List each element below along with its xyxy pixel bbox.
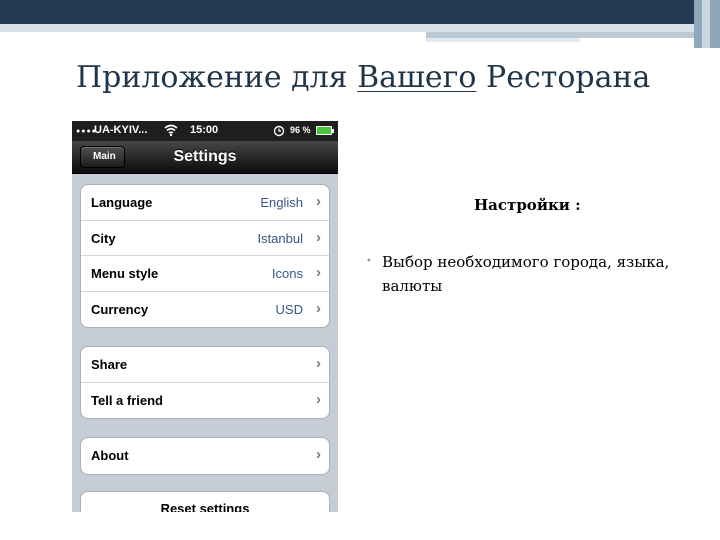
phone-screenshot: ●●●● UA-KYIV... 15:00 96 % Main Settings… [72, 121, 338, 512]
settings-row-currency[interactable]: Currency USD › [81, 292, 329, 328]
settings-row-menu-style[interactable]: Menu style Icons › [81, 256, 329, 292]
chevron-right-icon: › [316, 264, 321, 281]
row-label: City [91, 230, 116, 246]
row-label: Currency [91, 301, 149, 317]
settings-group-about: About › [80, 437, 330, 475]
settings-row-about[interactable]: About › [81, 438, 329, 474]
settings-group-reset: Reset settings [80, 491, 330, 512]
top-decoration-band [0, 0, 720, 24]
carrier-name: UA-KYIV... [94, 124, 148, 136]
navigation-bar: Main Settings [72, 141, 338, 174]
chevron-right-icon: › [316, 446, 321, 463]
row-label: About [91, 448, 129, 463]
slide-title-part: Ресторана [476, 60, 651, 95]
row-label: Language [91, 195, 153, 210]
row-label: Reset settings [160, 501, 250, 512]
bullet-icon: • [366, 256, 372, 267]
settings-group-preferences: Language English › City Istanbul › Menu … [80, 184, 330, 328]
alarm-clock-icon [272, 123, 286, 140]
chevron-right-icon: › [316, 390, 321, 408]
row-value: English [260, 195, 303, 210]
chevron-right-icon: › [316, 228, 321, 246]
row-label: Share [91, 357, 128, 372]
battery-percent: 96 % [290, 125, 311, 135]
status-bar: ●●●● UA-KYIV... 15:00 96 % [72, 121, 338, 141]
wifi-icon [164, 123, 178, 140]
slide-title-underlined-word: Вашего [357, 60, 477, 95]
battery-icon [316, 126, 334, 135]
settings-row-language[interactable]: Language English › [81, 185, 329, 221]
top-decoration-line [426, 38, 580, 42]
row-value: Icons [271, 266, 303, 281]
status-time: 15:00 [190, 124, 219, 136]
chevron-right-icon: › [316, 355, 321, 372]
nav-title: Settings [173, 148, 237, 165]
top-decoration-corner-stripe [702, 0, 710, 48]
row-label: Tell a friend [91, 392, 163, 408]
row-value: Istanbul [257, 230, 303, 246]
chevron-right-icon: › [316, 299, 321, 317]
chevron-right-icon: › [316, 193, 321, 210]
settings-group-share: Share › Tell a friend › [80, 346, 330, 419]
slide-title: Приложение для Вашего Ресторана [76, 60, 696, 95]
top-decoration-line [0, 24, 694, 32]
bullet-text: Выбор необходимого города, языка, валюты [382, 253, 670, 295]
settings-row-tell-a-friend[interactable]: Tell a friend › [81, 383, 329, 419]
reset-settings-button[interactable]: Reset settings [81, 492, 329, 512]
bullet-item: • Выбор необходимого города, языка, валю… [366, 250, 686, 298]
settings-row-share[interactable]: Share › [81, 347, 329, 383]
slide-title-part: Приложение для [76, 60, 358, 95]
settings-row-city[interactable]: City Istanbul › [81, 221, 329, 256]
row-label: Menu style [91, 266, 159, 281]
section-heading: Настройки : [474, 196, 581, 214]
row-value: USD [275, 301, 303, 317]
